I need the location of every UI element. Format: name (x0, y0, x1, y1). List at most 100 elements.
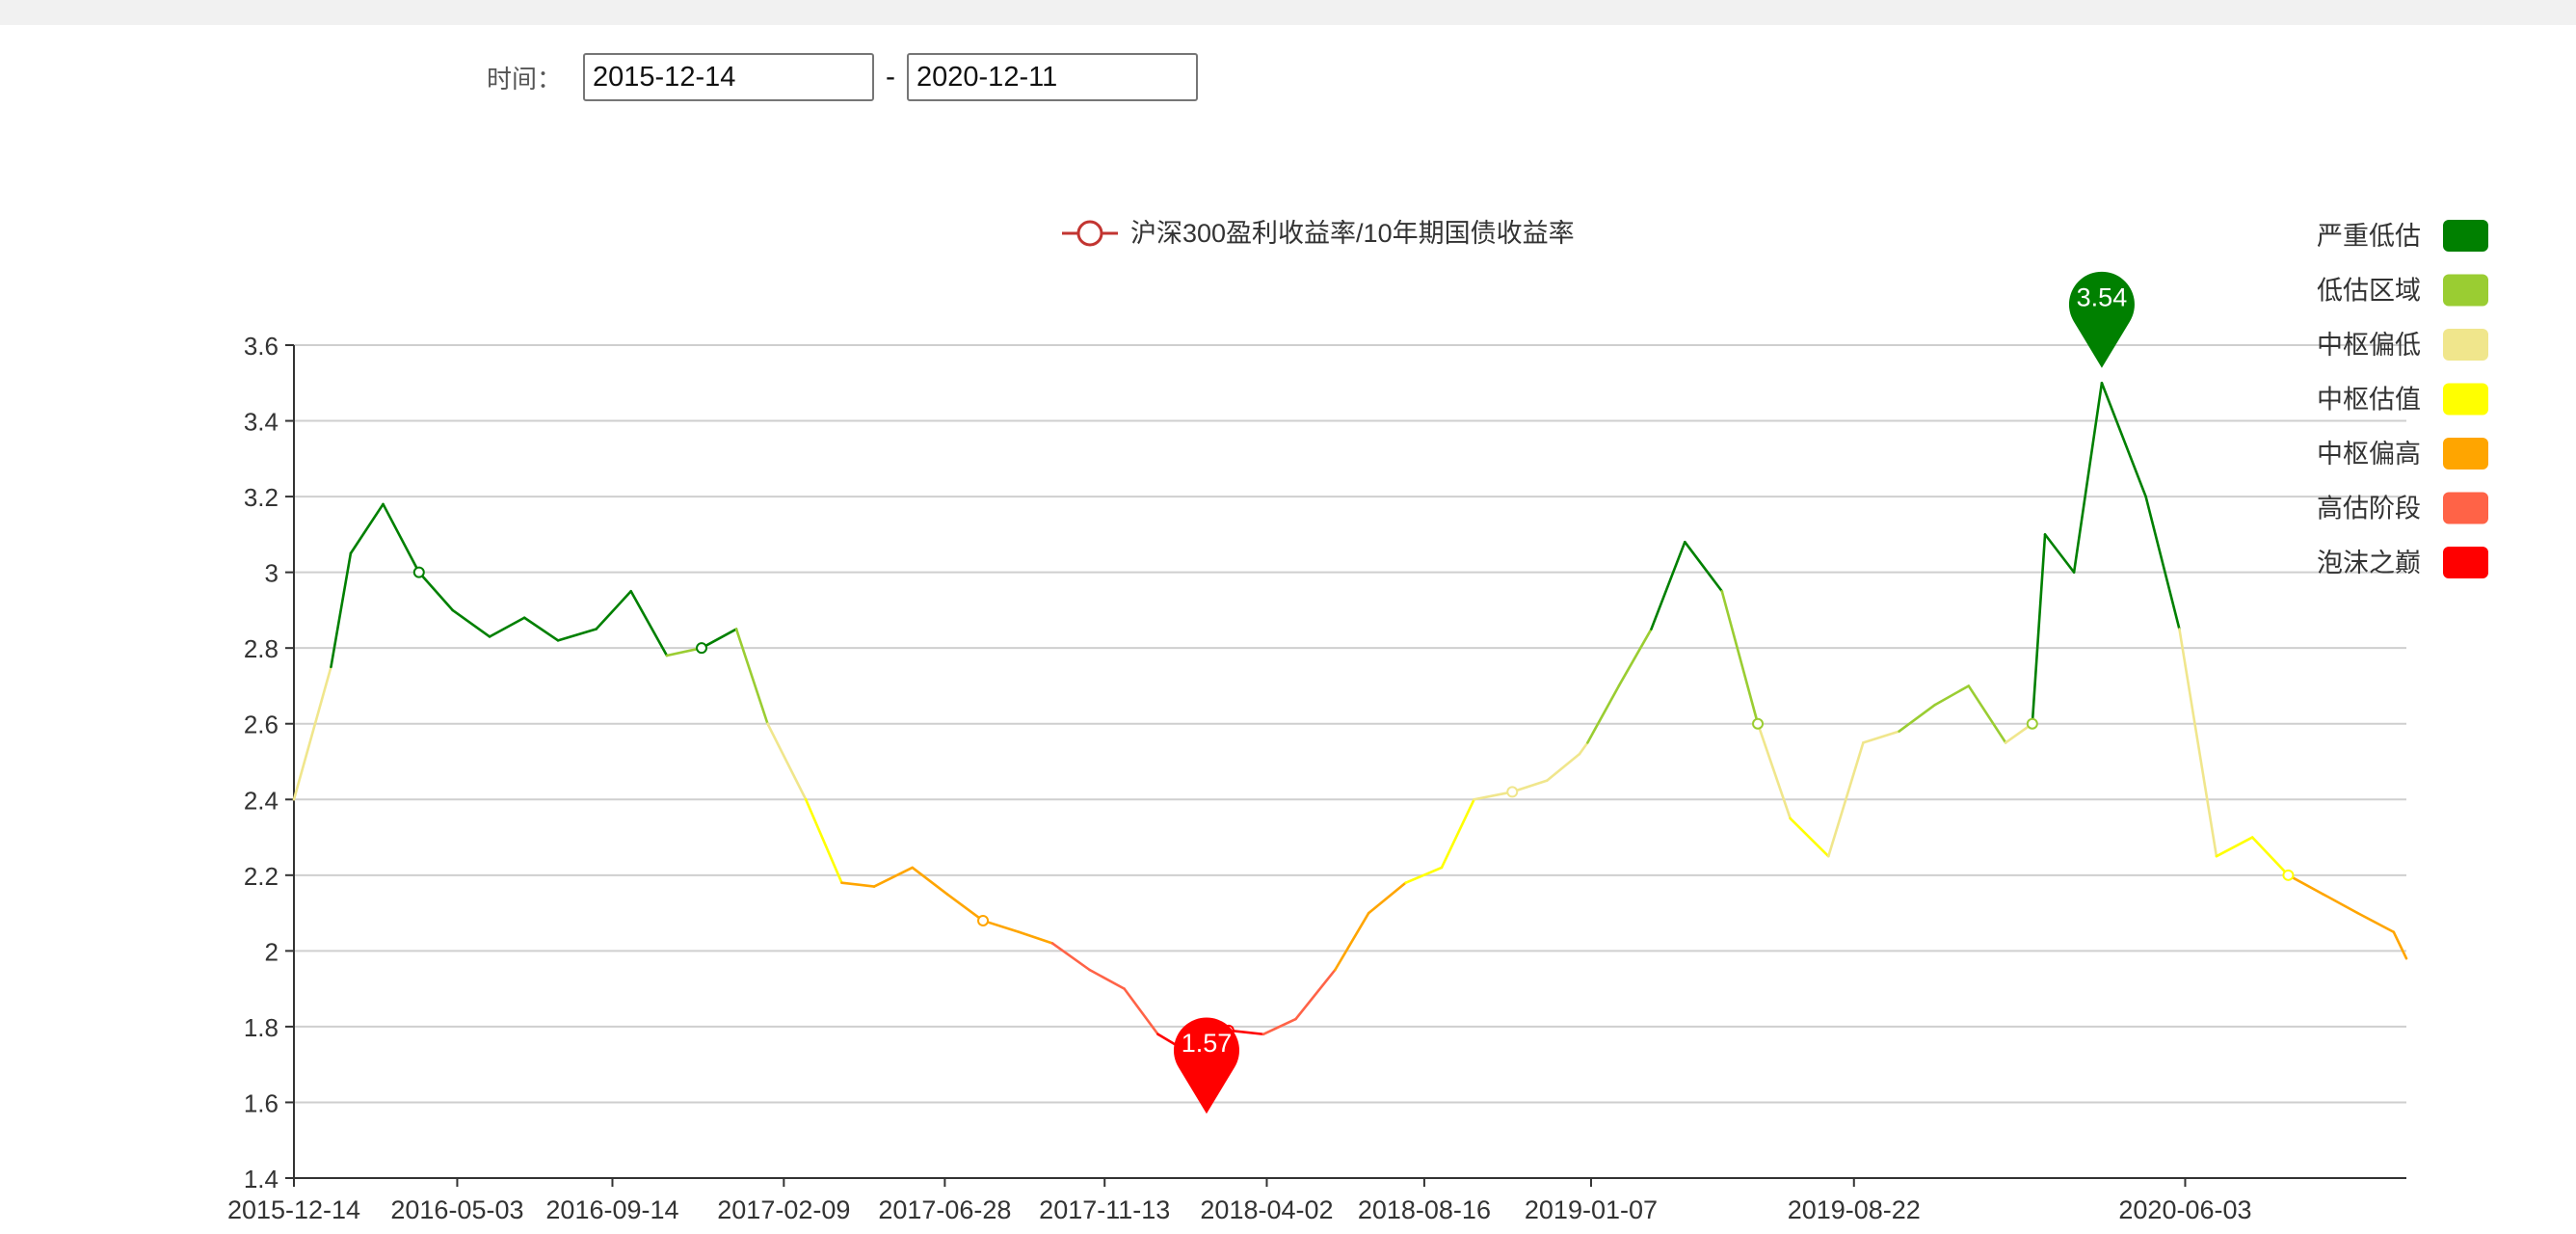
line-segment (488, 616, 526, 638)
line-segment (734, 628, 769, 726)
visual-map-swatch[interactable] (2443, 383, 2488, 416)
line-segment (1756, 722, 1792, 820)
line-segment (1862, 730, 1900, 744)
line-segment (292, 665, 332, 801)
line-segment (1578, 741, 1589, 756)
line-segment (1545, 752, 1581, 782)
data-point (977, 914, 990, 926)
y-tick-label: 3 (265, 559, 279, 588)
line-segment (1294, 968, 1337, 1021)
line-segment (2100, 381, 2147, 498)
visual-map-legend: 严重低估低估区域中枢偏低中枢估值中枢偏高高估阶段泡沫之巅 (2317, 220, 2488, 578)
line-segment (2250, 836, 2290, 877)
visual-map-swatch[interactable] (2443, 274, 2488, 307)
data-point (696, 642, 708, 655)
x-tick-label: 2017-11-13 (1039, 1195, 1170, 1224)
series-legend[interactable]: 沪深300盈利收益率/10年期国债收益率 (1062, 219, 1575, 248)
x-tick-label: 2016-09-14 (545, 1195, 678, 1224)
line-segment (522, 616, 560, 642)
line-segment (1088, 968, 1126, 990)
line-segment (872, 866, 915, 888)
line-segment (382, 502, 421, 574)
legend-circle-icon (1076, 220, 1103, 247)
y-tick-label: 2.8 (244, 634, 279, 663)
visual-map-swatch[interactable] (2443, 492, 2488, 524)
line-segment (2043, 533, 2076, 574)
y-tick-label: 3.6 (244, 332, 279, 361)
line-segment (1473, 791, 1514, 801)
line-segment (1334, 911, 1370, 972)
x-tick-label: 2015-12-14 (227, 1195, 360, 1224)
x-tick-label: 2017-06-28 (878, 1195, 1011, 1224)
data-point (2026, 717, 2038, 730)
line-segment (330, 551, 353, 669)
line-segment (1789, 817, 1830, 858)
y-tick-label: 2.6 (244, 711, 279, 739)
line-segment (2322, 893, 2359, 915)
line-segment (1898, 703, 1937, 733)
extreme-markers: 3.54 1.57 (1173, 271, 2135, 1114)
y-tick-label: 3.2 (244, 483, 279, 512)
line-segment (349, 502, 385, 555)
line-segment (1017, 930, 1054, 945)
line-segment (2287, 873, 2324, 896)
x-tick-label: 2017-02-09 (717, 1195, 850, 1224)
x-tick-label: 2018-04-02 (1200, 1195, 1333, 1224)
line-segment (2356, 911, 2396, 934)
visual-map-label: 中枢偏高 (2317, 440, 2421, 469)
line-segment (629, 589, 669, 657)
visual-map-label: 中枢估值 (2317, 386, 2421, 416)
visual-map-label: 高估阶段 (2317, 495, 2421, 524)
x-tick-label: 2019-01-07 (1525, 1195, 1658, 1224)
data-point (1506, 786, 1519, 798)
valuation-line-chart: 1.4 1.6 1.8 2 2.2 2.4 2.6 2.8 3 3.2 3.4 3.6 2015-12-… (227, 219, 2488, 1224)
line-segment (451, 608, 491, 638)
line-segment (1684, 540, 1724, 593)
line-segment (911, 866, 949, 896)
line-segment (417, 571, 454, 612)
line-segment (840, 881, 876, 888)
marker-label: 3.54 (2077, 283, 2128, 312)
y-tick-label: 2 (265, 937, 279, 966)
data-point (412, 566, 425, 578)
y-tick-label: 1.6 (244, 1088, 279, 1117)
line-segment (1617, 628, 1653, 687)
x-tick-label: 2016-05-03 (390, 1195, 523, 1224)
y-tick-label: 2.4 (244, 786, 279, 815)
y-tick-label: 3.4 (244, 408, 279, 437)
line-segment (1586, 684, 1621, 744)
visual-map-swatch[interactable] (2443, 220, 2488, 252)
x-tick-label: 2020-06-03 (2118, 1195, 2251, 1224)
line-segment (1933, 684, 1971, 707)
line-segment (804, 797, 843, 884)
axes: 1.4 1.6 1.8 2 2.2 2.4 2.6 2.8 3 3.2 3.4 3.6 2015-12-… (227, 332, 2406, 1224)
line-segment (2144, 495, 2181, 630)
line-segment (1440, 797, 1475, 870)
line-segment (766, 722, 808, 801)
line-segment (1967, 684, 2007, 744)
visual-map-swatch[interactable] (2443, 438, 2488, 469)
line-segment (700, 628, 738, 650)
line-segment (2392, 930, 2408, 960)
line-segment (1050, 942, 1091, 972)
line-segment (1367, 881, 1407, 915)
line-segment (595, 589, 633, 630)
line-segment (1650, 540, 1686, 630)
visual-map-swatch[interactable] (2443, 329, 2488, 361)
visual-map-label: 低估区域 (2317, 277, 2421, 307)
line-segment (2072, 381, 2104, 574)
line-segment (945, 893, 985, 923)
line-segment (2215, 836, 2254, 858)
visual-map-label: 中枢偏低 (2317, 331, 2421, 361)
y-tick-label: 2.2 (244, 862, 279, 891)
line-segment (2178, 628, 2218, 858)
line-segment (1720, 589, 1760, 726)
y-tick-label: 1.8 (244, 1013, 279, 1042)
legend-series-name: 沪深300盈利收益率/10年期国债收益率 (1130, 219, 1575, 248)
visual-map-swatch[interactable] (2443, 547, 2488, 578)
line-segment (2031, 533, 2047, 726)
series-line (292, 381, 2408, 1059)
extreme-marker-pin: 3.54 (2068, 271, 2135, 368)
extreme-marker-pin: 1.57 (1173, 1017, 1239, 1114)
visual-map-label: 泡沫之巅 (2317, 549, 2421, 578)
